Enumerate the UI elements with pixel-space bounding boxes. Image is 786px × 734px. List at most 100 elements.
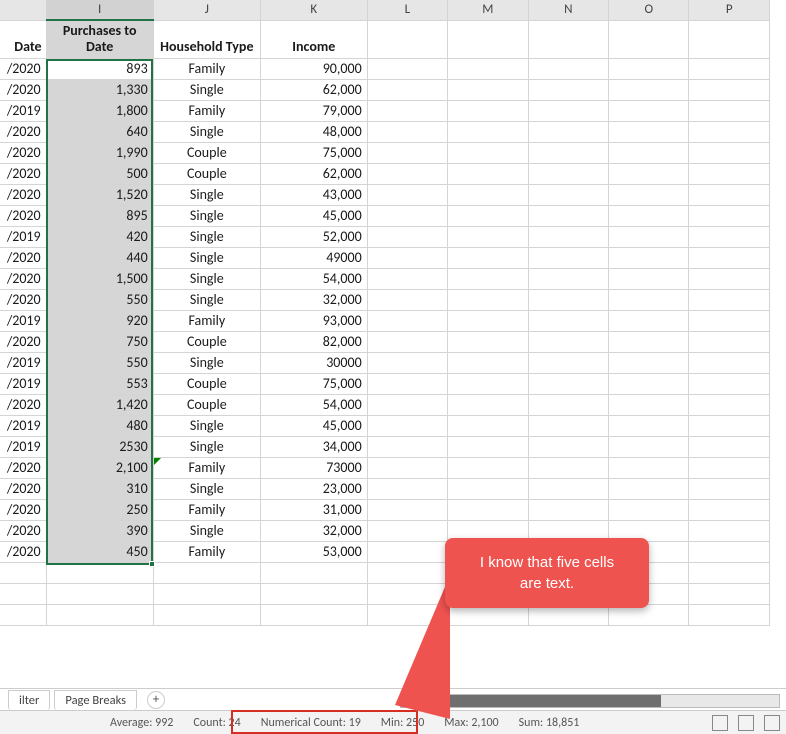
- cell-date[interactable]: /2019: [0, 373, 46, 394]
- cell-income[interactable]: 34,000: [260, 436, 367, 457]
- table-row[interactable]: /20201,500Single54,000: [0, 268, 770, 289]
- horizontal-scrollbar[interactable]: [400, 694, 780, 708]
- table-row[interactable]: /2020390Single32,000: [0, 520, 770, 541]
- cell-income[interactable]: 93,000: [260, 310, 367, 331]
- cell-purchases[interactable]: 750: [46, 331, 153, 352]
- cell-income[interactable]: 49000: [260, 247, 367, 268]
- cell-income[interactable]: 79,000: [260, 100, 367, 121]
- cell-household[interactable]: Family: [153, 100, 260, 121]
- cell-purchases[interactable]: 1,990: [46, 142, 153, 163]
- col-header-n[interactable]: N: [528, 0, 608, 20]
- cell-purchases[interactable]: 1,500: [46, 268, 153, 289]
- table-row[interactable]: /2020310Single23,000: [0, 478, 770, 499]
- table-row[interactable]: /20201,330Single62,000: [0, 79, 770, 100]
- cell-purchases[interactable]: 553: [46, 373, 153, 394]
- table-row[interactable]: /2020895Single45,000: [0, 205, 770, 226]
- cell-date[interactable]: /2020: [0, 394, 46, 415]
- cell-purchases[interactable]: 1,800: [46, 100, 153, 121]
- table-row[interactable]: /2019550Single30000: [0, 352, 770, 373]
- table-row[interactable]: /20191,800Family79,000: [0, 100, 770, 121]
- cell-income[interactable]: 90,000: [260, 58, 367, 79]
- cell-household[interactable]: Single: [153, 184, 260, 205]
- cell-household[interactable]: Single: [153, 79, 260, 100]
- cell-date[interactable]: /2020: [0, 58, 46, 79]
- cell-date[interactable]: /2020: [0, 499, 46, 520]
- col-header-j[interactable]: J: [153, 0, 260, 20]
- cell-household[interactable]: Family: [153, 310, 260, 331]
- cell-date[interactable]: /2019: [0, 352, 46, 373]
- cell-date[interactable]: /2020: [0, 247, 46, 268]
- spreadsheet-grid[interactable]: I J K L M N O P Date Purchases to Date H…: [0, 0, 770, 626]
- view-page-layout-icon[interactable]: [738, 715, 754, 731]
- cell-purchases[interactable]: 250: [46, 499, 153, 520]
- cell-purchases[interactable]: 640: [46, 121, 153, 142]
- cell-income[interactable]: 52,000: [260, 226, 367, 247]
- table-row[interactable]: /2020750Couple82,000: [0, 331, 770, 352]
- cell-household[interactable]: Family: [153, 541, 260, 562]
- cell-household[interactable]: Couple: [153, 163, 260, 184]
- table-row[interactable]: /2020550Single32,000: [0, 289, 770, 310]
- table-row[interactable]: /20201,420Couple54,000: [0, 394, 770, 415]
- cell-household[interactable]: Single: [153, 247, 260, 268]
- cell-income[interactable]: 62,000: [260, 79, 367, 100]
- col-header-i[interactable]: I: [46, 0, 153, 20]
- col-header-o[interactable]: O: [609, 0, 689, 20]
- cell-income[interactable]: 43,000: [260, 184, 367, 205]
- table-row[interactable]: /2020500Couple62,000: [0, 163, 770, 184]
- cell-date[interactable]: /2019: [0, 100, 46, 121]
- table-row[interactable]: /20202,100Family73000: [0, 457, 770, 478]
- sheet-tab-filter[interactable]: ilter: [8, 690, 50, 710]
- column-header-row[interactable]: I J K L M N O P: [0, 0, 770, 20]
- cell-purchases[interactable]: 1,330: [46, 79, 153, 100]
- cell-household[interactable]: Single: [153, 415, 260, 436]
- cell-income[interactable]: 62,000: [260, 163, 367, 184]
- cell-date[interactable]: /2020: [0, 142, 46, 163]
- sheet-tab-page-breaks[interactable]: Page Breaks: [54, 690, 137, 710]
- cell-income[interactable]: 23,000: [260, 478, 367, 499]
- cell-income[interactable]: 54,000: [260, 268, 367, 289]
- cell-household[interactable]: Single: [153, 478, 260, 499]
- table-row[interactable]: /2020250Family31,000: [0, 499, 770, 520]
- table-row[interactable]: /2020440Single49000: [0, 247, 770, 268]
- cell-income[interactable]: 32,000: [260, 520, 367, 541]
- cell-date[interactable]: /2020: [0, 163, 46, 184]
- cell-income[interactable]: 82,000: [260, 331, 367, 352]
- cell-household[interactable]: Family: [153, 499, 260, 520]
- view-normal-icon[interactable]: [712, 715, 728, 731]
- cell-household[interactable]: Single: [153, 352, 260, 373]
- cell-income[interactable]: 75,000: [260, 373, 367, 394]
- table-row[interactable]: /2020893Family90,000: [0, 58, 770, 79]
- cell-household[interactable]: Couple: [153, 142, 260, 163]
- cell-income[interactable]: 54,000: [260, 394, 367, 415]
- cell-household[interactable]: Single: [153, 520, 260, 541]
- cell-income[interactable]: 75,000: [260, 142, 367, 163]
- cell-date[interactable]: /2019: [0, 226, 46, 247]
- cell-purchases[interactable]: 310: [46, 478, 153, 499]
- cell-income[interactable]: 53,000: [260, 541, 367, 562]
- col-header-l[interactable]: L: [367, 0, 447, 20]
- cell-household[interactable]: Single: [153, 205, 260, 226]
- cell-purchases[interactable]: 480: [46, 415, 153, 436]
- cell-household[interactable]: Couple: [153, 331, 260, 352]
- cell-household[interactable]: Single: [153, 436, 260, 457]
- cell-household[interactable]: Single: [153, 268, 260, 289]
- table-row[interactable]: /2019480Single45,000: [0, 415, 770, 436]
- cell-income[interactable]: 73000: [260, 457, 367, 478]
- cell-purchases[interactable]: 500: [46, 163, 153, 184]
- cell-income[interactable]: 30000: [260, 352, 367, 373]
- table-row[interactable]: /2019553Couple75,000: [0, 373, 770, 394]
- cell-purchases[interactable]: 895: [46, 205, 153, 226]
- cell-date[interactable]: /2020: [0, 268, 46, 289]
- cell-date[interactable]: /2019: [0, 436, 46, 457]
- cell-household[interactable]: Couple: [153, 373, 260, 394]
- cell-purchases[interactable]: 1,520: [46, 184, 153, 205]
- cell-purchases[interactable]: 2,100: [46, 457, 153, 478]
- cell-income[interactable]: 45,000: [260, 415, 367, 436]
- col-header-k[interactable]: K: [260, 0, 367, 20]
- cell-income[interactable]: 45,000: [260, 205, 367, 226]
- cell-purchases[interactable]: 440: [46, 247, 153, 268]
- cell-date[interactable]: /2020: [0, 541, 46, 562]
- cell-date[interactable]: /2020: [0, 478, 46, 499]
- cell-date[interactable]: /2019: [0, 415, 46, 436]
- table-row[interactable]: /20192530Single34,000: [0, 436, 770, 457]
